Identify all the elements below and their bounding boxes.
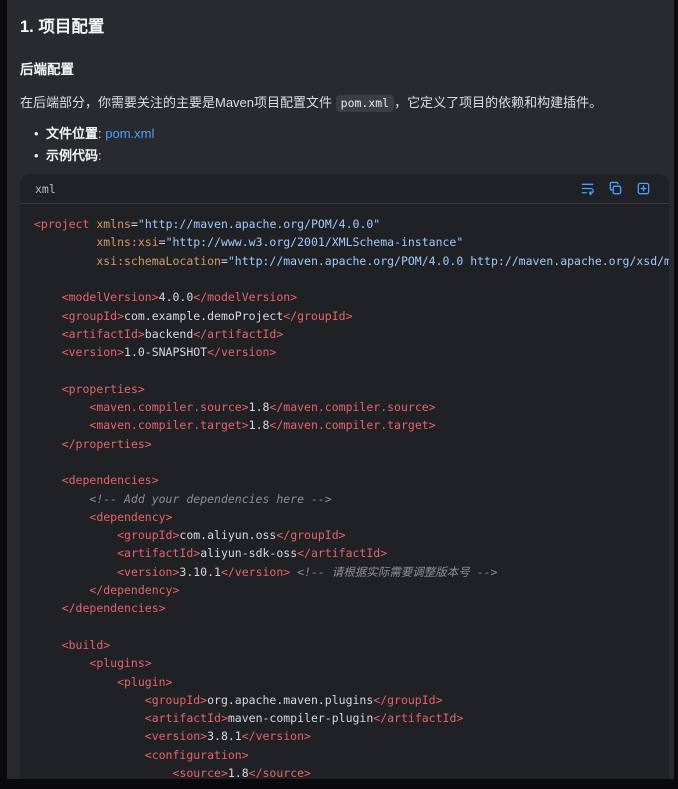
code-line: </dependencies>	[61, 601, 166, 616]
code-actions	[580, 181, 651, 196]
code-line: <dependency>	[89, 509, 173, 524]
code-line: <configuration>	[144, 747, 249, 762]
code-line: <artifactId>maven-compiler-plugin</artif…	[144, 711, 464, 726]
bullet-list: 文件位置: pom.xml 示例代码:	[20, 123, 672, 167]
code-line: <plugins>	[89, 656, 152, 671]
sample-code-label: 示例代码	[46, 148, 99, 164]
code-line: <build>	[61, 637, 111, 652]
file-location-label: 文件位置	[46, 126, 99, 142]
code-line: <maven.compiler.source>1.8</maven.compil…	[89, 400, 436, 415]
section-heading-backend-config: 后端配置	[20, 62, 74, 77]
code-content: <project xmlns="http://maven.apache.org/…	[20, 204, 669, 779]
code-line: <!-- Add your dependencies here -->	[89, 491, 332, 506]
inline-code-pom-xml: pom.xml	[335, 95, 395, 112]
code-line: <maven.compiler.target>1.8</maven.compil…	[89, 418, 436, 433]
page-title: 1. 项目配置	[20, 18, 105, 36]
code-line: </properties>	[61, 436, 152, 451]
code-line: <properties>	[61, 381, 145, 396]
code-line: <dependencies>	[61, 473, 159, 488]
code-line: <artifactId>aliyun-sdk-oss</artifactId>	[117, 546, 388, 561]
code-line: <modelVersion>4.0.0</modelVersion>	[61, 290, 298, 305]
code-line: <version>3.8.1</version>	[144, 729, 311, 744]
code-language-label: xml	[35, 181, 56, 196]
code-line: <groupId>com.example.demoProject</groupI…	[61, 308, 353, 323]
code-block: xml <project xmlns="http://maven.apache.…	[20, 174, 669, 779]
code-line: <groupId>org.apache.maven.plugins</group…	[144, 692, 443, 707]
copy-icon	[608, 181, 623, 196]
code-line: </dependency>	[89, 583, 180, 598]
paragraph-text-before: 在后端部分，你需要关注的主要是Maven项目配置文件	[20, 95, 336, 110]
code-line: <project xmlns="http://maven.apache.org/…	[34, 217, 381, 232]
code-line: <plugin>	[117, 674, 173, 689]
paragraph-text-after: ，它定义了项目的依赖和构建插件。	[394, 95, 603, 110]
sample-code-colon: :	[98, 148, 102, 164]
intro-paragraph: 在后端部分，你需要关注的主要是Maven项目配置文件 pom.xml ，它定义了项…	[20, 93, 672, 113]
list-item-sample-code: 示例代码:	[34, 145, 672, 167]
code-block-header: xml	[20, 174, 669, 205]
code-line: <version>3.10.1</version> <!-- 请根据实际需要调整…	[117, 564, 498, 579]
expand-button[interactable]	[636, 181, 651, 196]
code-line: xsi:schemaLocation="http://maven.apache.…	[96, 253, 669, 268]
list-item-file-location: 文件位置: pom.xml	[34, 123, 672, 145]
wrap-icon	[580, 181, 595, 196]
code-line: <artifactId>backend</artifactId>	[61, 326, 284, 341]
chat-response-page: 1. 项目配置 后端配置 在后端部分，你需要关注的主要是Maven项目配置文件 …	[7, 0, 674, 779]
expand-icon	[636, 181, 651, 196]
wrap-button[interactable]	[580, 181, 595, 196]
code-line: <source>1.8</source>	[172, 766, 311, 779]
pom-xml-link[interactable]: pom.xml	[105, 126, 154, 141]
code-line: <groupId>com.aliyun.oss</groupId>	[117, 528, 346, 543]
copy-button[interactable]	[608, 181, 623, 196]
code-line: <version>1.0-SNAPSHOT</version>	[61, 345, 277, 360]
code-line: xmlns:xsi="http://www.w3.org/2001/XMLSch…	[96, 235, 464, 250]
